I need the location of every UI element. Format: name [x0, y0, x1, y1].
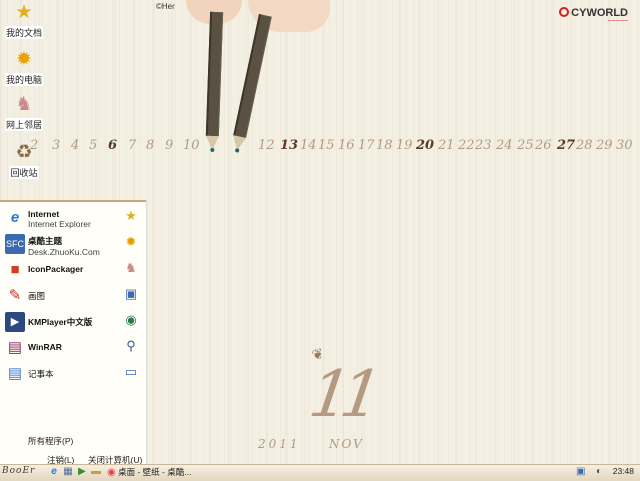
- desktop-icon-label: 回收站: [9, 166, 39, 179]
- start-menu-item-notepad[interactable]: ▤ 记事本: [0, 362, 118, 386]
- item-title: Internet: [28, 209, 60, 219]
- ie-icon: e: [10, 209, 20, 226]
- start-menu-places: ★ ✹ ♞ ▣ ◉ ⚲ ▭: [119, 206, 143, 388]
- calendar-year: 2011: [258, 437, 301, 451]
- search-icon[interactable]: ⚲: [122, 336, 140, 356]
- calendar-day: 2: [30, 138, 39, 153]
- item-title: 画图: [28, 291, 46, 301]
- desktop-icon-my-documents[interactable]: ★ 我的文档: [4, 2, 44, 39]
- calendar-day: 10: [183, 138, 200, 153]
- calendar-day: 6: [108, 138, 118, 153]
- calendar-day: 28: [576, 138, 593, 153]
- brand-tagline: ~~~~~: [607, 18, 628, 25]
- calendar-day: 12: [258, 138, 275, 153]
- calendar-day: 9: [165, 138, 174, 153]
- run-icon[interactable]: ▭: [122, 362, 140, 382]
- desktop-icon-my-computer[interactable]: ✹ 我的电脑: [4, 49, 44, 86]
- kmplayer-icon: ▶: [5, 312, 25, 332]
- start-menu-item-zhuoku[interactable]: SFC 桌酷主题 Desk.ZhuoKu.Com: [0, 232, 118, 257]
- notepad-icon: ▤: [7, 365, 23, 382]
- start-menu: e Internet Internet Explorer SFC 桌酷主题 De…: [0, 200, 146, 466]
- start-menu-item-iconpackager[interactable]: ■ IconPackager: [0, 258, 118, 282]
- media-player-icon[interactable]: ▶: [76, 466, 88, 478]
- calendar-day: 4: [71, 138, 80, 153]
- wallpaper-calendar: 2 3 4 5 6 7 8 9 10 12 13 14 15 16 17 18 19 20 21 22 23 24 25 26…: [12, 138, 633, 162]
- start-menu-item-kmplayer[interactable]: ▶ KMPlayer中文版: [0, 310, 118, 334]
- winrar-icon: ▤: [7, 339, 23, 356]
- desktop-icon-label: 网上邻居: [4, 118, 43, 131]
- desktop-icon-network[interactable]: ♞ 网上邻居: [4, 94, 44, 131]
- item-title: 记事本: [28, 369, 54, 379]
- zhuoku-icon: SFC: [5, 234, 25, 254]
- volume-tray-icon[interactable]: ◐: [596, 466, 602, 477]
- item-subtitle: Desk.ZhuoKu.Com: [28, 247, 100, 257]
- show-desktop-icon[interactable]: ▦: [62, 466, 74, 478]
- calendar-day: 29: [596, 138, 613, 153]
- item-title: IconPackager: [28, 264, 84, 274]
- item-subtitle: Internet Explorer: [28, 219, 91, 229]
- calendar-day: 20: [416, 138, 435, 153]
- item-title: KMPlayer中文版: [28, 317, 93, 327]
- cyworld-logo: CYWORLD ~~~~~: [559, 7, 628, 25]
- task-label: 桌面 - 壁纸 - 桌酷...: [118, 467, 192, 477]
- start-button[interactable]: BooEr: [2, 466, 35, 476]
- item-title: 桌酷主题: [28, 236, 63, 246]
- wallpaper-credit: ©Her: [156, 2, 175, 11]
- all-programs-button[interactable]: 所有程序(P): [28, 435, 73, 447]
- calendar-day: 14: [300, 138, 317, 153]
- star-icon[interactable]: ★: [122, 206, 140, 226]
- calendar-day: 15: [318, 138, 335, 153]
- calendar-day: 5: [89, 138, 98, 153]
- clock[interactable]: 23:48: [613, 466, 634, 476]
- start-menu-programs: e Internet Internet Explorer SFC 桌酷主题 De…: [0, 206, 118, 388]
- chrome-icon: ◉: [107, 467, 116, 478]
- calendar-day: 26: [535, 138, 552, 153]
- calendar-day: 17: [358, 138, 375, 153]
- calendar-day: 27: [557, 138, 576, 153]
- calendar-day: 24: [496, 138, 513, 153]
- taskbar-task-button[interactable]: ◉ 桌面 - 壁纸 - 桌酷...: [107, 466, 199, 479]
- calendar-day: 25: [517, 138, 534, 153]
- folder-icon[interactable]: ▬: [90, 466, 102, 478]
- bunny-icon: ♞: [15, 94, 33, 115]
- desktop-icon-label: 我的文档: [4, 26, 43, 39]
- month-number: 11: [304, 358, 377, 432]
- calendar-day: 7: [128, 138, 137, 153]
- start-menu-item-winrar[interactable]: ▤ WinRAR: [0, 336, 118, 360]
- calendar-day: 18: [376, 138, 393, 153]
- item-title: WinRAR: [28, 342, 62, 352]
- paint-icon: ✎: [8, 287, 22, 304]
- calendar-day: 23: [475, 138, 492, 153]
- calendar-day: 8: [146, 138, 155, 153]
- desktop-icon-label: 我的电脑: [4, 73, 43, 86]
- network-tray-icon[interactable]: ▣: [576, 466, 585, 477]
- start-menu-item-internet[interactable]: e Internet Internet Explorer: [0, 206, 118, 230]
- month-number-block: 11: [305, 358, 377, 448]
- calendar-day: 21: [438, 138, 455, 153]
- control-panel-icon[interactable]: ▣: [122, 284, 140, 304]
- sun-icon[interactable]: ✹: [122, 232, 140, 252]
- calendar-day: 3: [52, 138, 61, 153]
- calendar-day: 22: [458, 138, 475, 153]
- start-menu-item-paint[interactable]: ✎ 画图: [0, 284, 118, 308]
- star-icon: ★: [15, 2, 33, 23]
- cyworld-logo-icon: [559, 7, 570, 17]
- sun-icon: ✹: [16, 49, 32, 70]
- bunny-icon[interactable]: ♞: [122, 258, 140, 278]
- ie-quicklaunch-icon[interactable]: e: [48, 466, 60, 478]
- iconpackager-icon: ■: [10, 261, 20, 278]
- calendar-day: 30: [616, 138, 633, 153]
- calendar-day: 16: [338, 138, 355, 153]
- calendar-day: 13: [280, 138, 299, 153]
- calendar-day: 19: [396, 138, 413, 153]
- taskbar: BooEr e ▦ ▶ ▬ ◉ 桌面 - 壁纸 - 桌酷... ▣ ◐ 23:4…: [0, 464, 640, 481]
- network-globe-icon[interactable]: ◉: [122, 310, 140, 330]
- calendar-month-name: NOV: [329, 437, 364, 451]
